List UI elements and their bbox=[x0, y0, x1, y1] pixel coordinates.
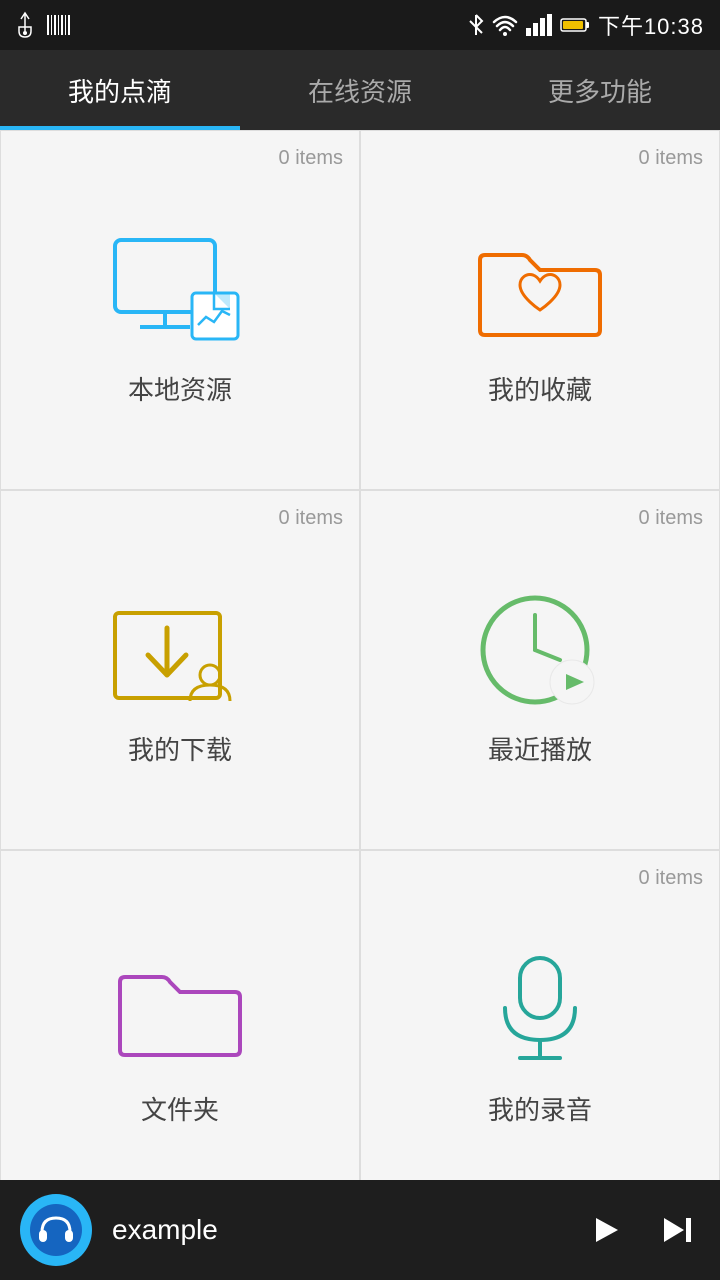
recording-icon bbox=[470, 950, 610, 1070]
downloads-items-count: 0 items bbox=[279, 507, 343, 530]
player-controls bbox=[582, 1208, 700, 1252]
downloads-icon bbox=[110, 590, 250, 710]
cell-local-resources[interactable]: 0 items 本地资源 bbox=[0, 130, 360, 490]
recent-icon bbox=[470, 590, 610, 710]
folder-content: 文件夹 bbox=[17, 897, 343, 1209]
player-title: example bbox=[112, 1214, 582, 1246]
recording-label: 我的录音 bbox=[488, 1090, 592, 1127]
barcode-icon bbox=[46, 13, 70, 37]
tab-more[interactable]: 更多功能 bbox=[480, 50, 720, 130]
favorites-items-count: 0 items bbox=[639, 147, 703, 170]
favorites-icon bbox=[470, 230, 610, 350]
downloads-label: 我的下载 bbox=[128, 730, 232, 767]
recent-label: 最近播放 bbox=[488, 730, 592, 767]
recording-items-count: 0 items bbox=[639, 867, 703, 890]
next-button[interactable] bbox=[656, 1208, 700, 1252]
signal-icon bbox=[526, 14, 552, 36]
battery-icon bbox=[560, 16, 590, 34]
player-avatar bbox=[20, 1194, 92, 1266]
folder-label: 文件夹 bbox=[141, 1090, 219, 1127]
tab-my-didi[interactable]: 我的点滴 bbox=[0, 50, 240, 130]
cell-file-folder[interactable]: 文件夹 bbox=[0, 850, 360, 1210]
cell-my-recording[interactable]: 0 items 我的录音 bbox=[360, 850, 720, 1210]
wifi-icon bbox=[492, 14, 518, 36]
local-icon bbox=[110, 230, 250, 350]
bluetooth-icon bbox=[468, 13, 484, 37]
recording-content: 我的录音 bbox=[377, 898, 703, 1209]
status-right-icons: 下午10:38 bbox=[468, 9, 704, 41]
bottom-player: example bbox=[0, 1180, 720, 1280]
recent-items-count: 0 items bbox=[639, 507, 703, 530]
status-bar: 下午10:38 bbox=[0, 0, 720, 50]
cell-my-favorites[interactable]: 0 items 我的收藏 bbox=[360, 130, 720, 490]
downloads-content: 我的下载 bbox=[17, 538, 343, 849]
cell-my-downloads[interactable]: 0 items 我的下载 bbox=[0, 490, 360, 850]
tab-online[interactable]: 在线资源 bbox=[240, 50, 480, 130]
play-button[interactable] bbox=[582, 1208, 626, 1252]
favorites-content: 我的收藏 bbox=[377, 178, 703, 489]
local-label: 本地资源 bbox=[128, 370, 232, 407]
tab-bar: 我的点滴 在线资源 更多功能 bbox=[0, 50, 720, 130]
cell-recent-play[interactable]: 0 items 最近播放 bbox=[360, 490, 720, 850]
favorites-label: 我的收藏 bbox=[488, 370, 592, 407]
recent-content: 最近播放 bbox=[377, 538, 703, 849]
local-content: 本地资源 bbox=[17, 178, 343, 489]
main-grid: 0 items 本地资源 bbox=[0, 130, 720, 1210]
time-display: 下午10:38 bbox=[598, 9, 704, 41]
usb-icon bbox=[16, 11, 34, 39]
folder-icon bbox=[110, 950, 250, 1070]
local-items-count: 0 items bbox=[279, 147, 343, 170]
status-left-icons bbox=[16, 11, 70, 39]
